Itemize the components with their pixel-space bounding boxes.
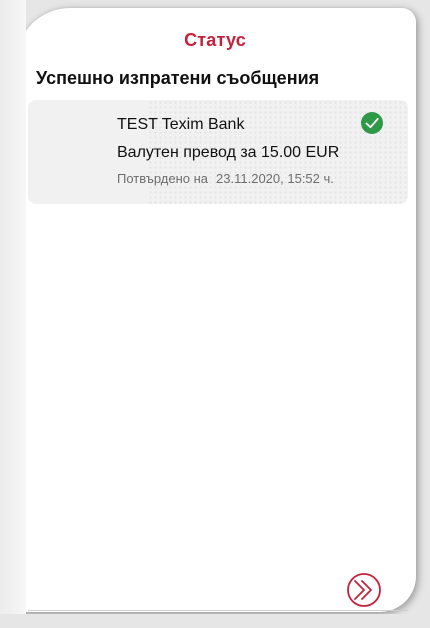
confirmed-label: Потвърдено на xyxy=(117,171,209,186)
next-button[interactable] xyxy=(342,570,390,610)
message-sender: TEST Texim Bank xyxy=(117,116,245,133)
double-chevron-right-icon xyxy=(347,573,381,607)
status-screen: Статус Успешно изпратени съобщения TEST … xyxy=(0,0,430,628)
divider xyxy=(28,610,408,611)
status-card xyxy=(16,8,416,612)
bottom-edge xyxy=(0,614,430,628)
confirmation-row: Потвърдено на 23.11.2020, 15:52 ч. xyxy=(117,171,334,186)
page-title: Статус xyxy=(184,30,246,50)
section-title: Успешно изпратени съобщения xyxy=(36,68,320,88)
check-circle-icon xyxy=(361,112,383,134)
list-item-message[interactable]: TEST Texim Bank Валутен превод за 15.00 … xyxy=(28,100,408,204)
message-subject: Валутен превод за 15.00 EUR xyxy=(117,144,340,161)
left-edge-strip xyxy=(0,0,26,628)
confirmed-datetime: 23.11.2020, 15:52 ч. xyxy=(216,171,334,186)
